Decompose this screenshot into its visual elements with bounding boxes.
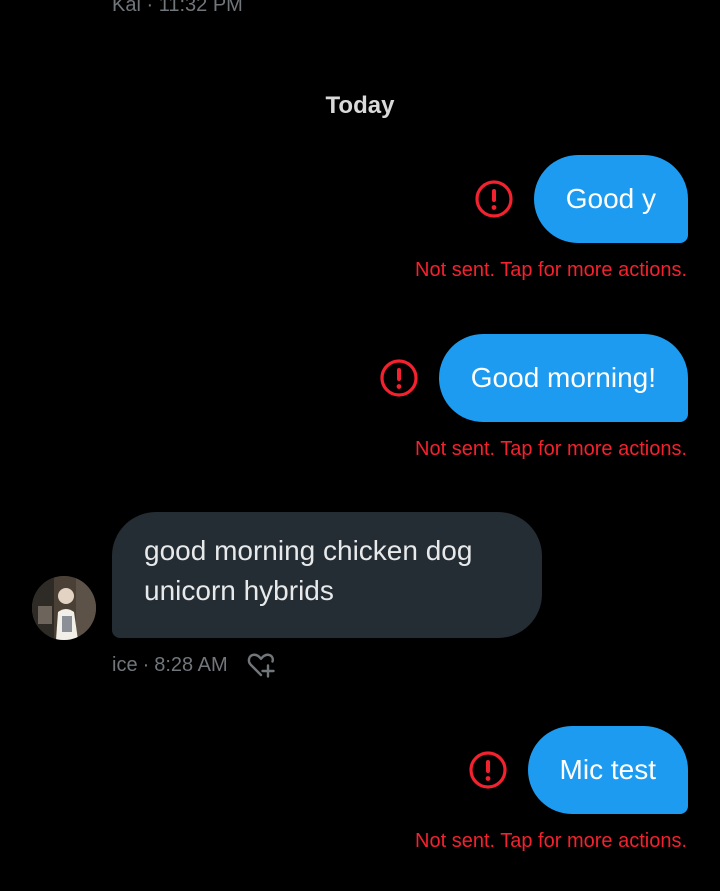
error-alert-icon[interactable] [468, 750, 508, 790]
incoming-message-time: 8:28 AM [154, 653, 228, 676]
outgoing-message-row: Good morning! [379, 334, 688, 422]
avatar[interactable] [32, 576, 96, 640]
incoming-sender-name: ice [112, 653, 138, 676]
not-sent-status[interactable]: Not sent. Tap for more actions. [415, 438, 687, 461]
previous-sender-name: Kai [112, 0, 141, 16]
not-sent-status[interactable]: Not sent. Tap for more actions. [415, 259, 687, 282]
date-divider: Today [325, 92, 395, 119]
previous-message-meta: Kai · 11:32 PM [112, 0, 243, 17]
error-alert-icon[interactable] [474, 179, 514, 219]
incoming-message-meta: ice · 8:28 AM [112, 650, 276, 680]
incoming-message-line-1: good morning chicken dog [144, 535, 473, 566]
add-reaction-heart-icon[interactable] [246, 650, 276, 680]
outgoing-message-bubble[interactable]: Good morning! [438, 334, 688, 422]
meta-separator: · [142, 653, 150, 676]
not-sent-status[interactable]: Not sent. Tap for more actions. [415, 830, 687, 853]
outgoing-message-row: Good y [474, 155, 688, 243]
outgoing-message-bubble[interactable]: Good y [533, 155, 688, 243]
outgoing-message-bubble[interactable]: Mic test [527, 726, 688, 814]
meta-separator: · [146, 0, 154, 16]
error-alert-icon[interactable] [379, 358, 419, 398]
incoming-message-line-2: unicorn hybrids [144, 575, 334, 606]
outgoing-message-row: Mic test [468, 726, 688, 814]
incoming-message-bubble[interactable]: good morning chicken dog unicorn hybrids [112, 512, 542, 638]
previous-message-time: 11:32 PM [158, 0, 243, 16]
